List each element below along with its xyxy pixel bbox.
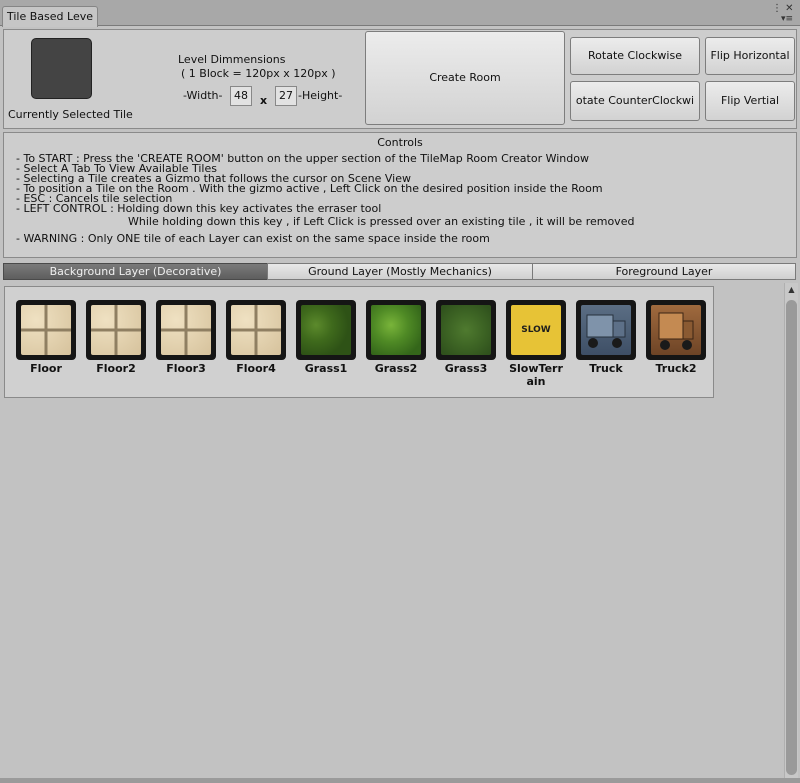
tile-label: Grass2 — [374, 362, 418, 375]
tab-ground-layer[interactable]: Ground Layer (Mostly Mechanics) — [267, 263, 533, 280]
window-controls[interactable]: ⋮ ✕ — [772, 3, 794, 14]
floor-tile-icon — [21, 305, 71, 355]
grass-tile-icon — [441, 305, 491, 355]
tile-button-truck[interactable] — [576, 300, 636, 360]
tile-label: Floor3 — [166, 362, 206, 375]
flip-horizontal-button[interactable]: Flip Horizontal — [705, 37, 795, 75]
dimensions-title: Level Dimmensions — [178, 53, 286, 66]
controls-line: While holding down this key , if Left Cl… — [128, 215, 635, 228]
tile-label: Grass1 — [304, 362, 348, 375]
height-label: -Height- — [298, 89, 343, 102]
rotate-counterclockwise-button[interactable]: otate CounterClockwi — [570, 81, 700, 121]
floor-tile-icon — [161, 305, 211, 355]
tile-button-floor[interactable] — [16, 300, 76, 360]
window-tab[interactable]: Tile Based Leve — [2, 6, 98, 27]
tile-button-truck2[interactable] — [646, 300, 706, 360]
controls-line: - WARNING : Only ONE tile of each Layer … — [16, 232, 490, 245]
selected-tile-label: Currently Selected Tile — [8, 108, 133, 121]
truck-icon — [581, 305, 631, 355]
tile-label: SlowTerr — [509, 362, 563, 375]
controls-title: Controls — [377, 136, 423, 149]
tile-button-grass2[interactable] — [366, 300, 426, 360]
create-room-button[interactable]: Create Room — [365, 31, 565, 125]
grass-tile-icon — [371, 305, 421, 355]
rotate-clockwise-button[interactable]: Rotate Clockwise — [570, 37, 700, 75]
tile-button-floor4[interactable] — [226, 300, 286, 360]
tab-background-layer[interactable]: Background Layer (Decorative) — [3, 263, 268, 280]
tile-button-grass3[interactable] — [436, 300, 496, 360]
tile-label: Floor4 — [236, 362, 276, 375]
tile-label: Floor2 — [96, 362, 136, 375]
tile-label: Truck2 — [655, 362, 697, 375]
tile-label: Grass3 — [444, 362, 488, 375]
tile-label: Floor — [30, 362, 62, 375]
tile-button-grass1[interactable] — [296, 300, 356, 360]
tile-button-slowterrain[interactable]: SLOW — [506, 300, 566, 360]
tile-button-floor3[interactable] — [156, 300, 216, 360]
truck-icon — [651, 305, 701, 355]
scroll-up-icon[interactable]: ▲ — [786, 285, 797, 296]
tab-foreground-layer[interactable]: Foreground Layer — [532, 263, 796, 280]
tile-button-floor2[interactable] — [86, 300, 146, 360]
grass-tile-icon — [301, 305, 351, 355]
times-symbol: x — [260, 94, 268, 107]
slow-sign-icon: SLOW — [511, 305, 561, 355]
scrollbar-thumb[interactable] — [786, 300, 797, 775]
floor-tile-icon — [231, 305, 281, 355]
selected-tile-preview — [31, 38, 92, 99]
width-label: -Width- — [183, 89, 223, 102]
height-field[interactable]: 27 — [275, 86, 297, 106]
tile-label: ain — [526, 375, 546, 388]
controls-line: - LEFT CONTROL : Holding down this key a… — [16, 202, 382, 215]
dimensions-subtitle: ( 1 Block = 120px x 120px ) — [181, 67, 336, 80]
bottom-strip — [0, 778, 800, 783]
width-field[interactable]: 48 — [230, 86, 252, 106]
tile-label: Truck — [589, 362, 623, 375]
flip-vertical-button[interactable]: Flip Vertial — [705, 81, 795, 121]
floor-tile-icon — [91, 305, 141, 355]
window-titlebar — [0, 0, 800, 26]
menu-icon[interactable]: ▾≡ — [781, 14, 793, 24]
